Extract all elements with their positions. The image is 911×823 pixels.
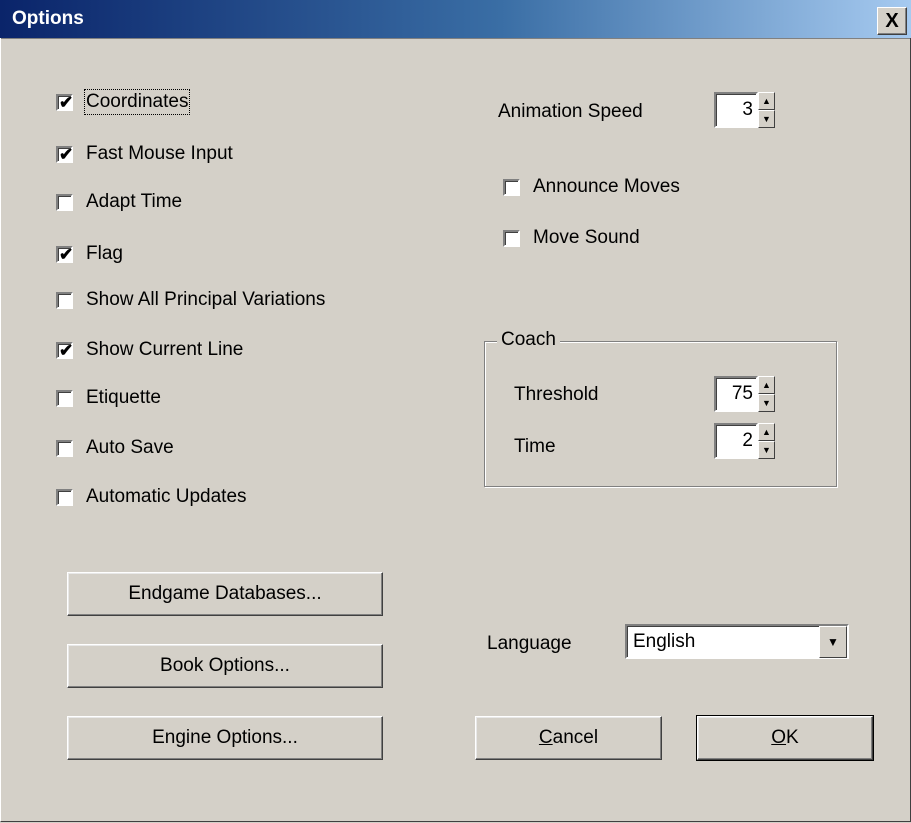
time-spinner[interactable]: 2 ▲ ▼ xyxy=(714,423,775,459)
book-options-label: Book Options... xyxy=(160,655,290,676)
checkbox-etiquette[interactable]: Etiquette xyxy=(56,386,161,410)
checkbox-label: Show All Principal Variations xyxy=(86,289,326,310)
checkbox-label: Automatic Updates xyxy=(86,486,247,507)
checkbox-show-all-principal-variations[interactable]: Show All Principal Variations xyxy=(56,288,325,312)
checkbox-box[interactable] xyxy=(56,389,73,407)
checkbox-label: Flag xyxy=(86,243,123,264)
checkbox-label: Auto Save xyxy=(86,437,174,458)
checkbox-show-current-line[interactable]: ✔ Show Current Line xyxy=(56,338,243,362)
check-icon: ✔ xyxy=(59,340,74,360)
ok-label: OK xyxy=(771,727,799,748)
close-button[interactable]: X xyxy=(877,7,907,35)
title-bar: Options X xyxy=(0,0,911,39)
endgame-databases-label: Endgame Databases... xyxy=(128,583,322,604)
checkbox-label: Etiquette xyxy=(86,387,161,408)
checkbox-fast-mouse-input[interactable]: ✔ Fast Mouse Input xyxy=(56,142,233,166)
checkbox-announce-moves[interactable]: Announce Moves xyxy=(503,175,680,199)
check-icon: ✔ xyxy=(59,92,74,112)
engine-options-button[interactable]: Engine Options... xyxy=(67,716,383,760)
checkbox-adapt-time[interactable]: Adapt Time xyxy=(56,190,182,214)
animation-speed-value[interactable]: 3 xyxy=(714,92,758,128)
language-label: Language xyxy=(487,633,572,654)
check-icon: ✔ xyxy=(59,144,74,164)
cancel-button[interactable]: Cancel xyxy=(475,716,662,760)
coach-group-title: Coach xyxy=(497,329,560,351)
threshold-spinner[interactable]: 75 ▲ ▼ xyxy=(714,376,775,412)
spin-down-icon[interactable]: ▼ xyxy=(758,441,775,459)
checkbox-box[interactable] xyxy=(503,229,520,247)
threshold-label: Threshold xyxy=(514,384,599,405)
checkbox-move-sound[interactable]: Move Sound xyxy=(503,226,640,250)
checkbox-label: Coordinates xyxy=(83,89,191,115)
spin-up-icon[interactable]: ▲ xyxy=(758,376,775,394)
checkbox-box[interactable] xyxy=(56,193,73,211)
chevron-down-icon[interactable]: ▼ xyxy=(819,625,847,658)
language-value: English xyxy=(633,630,696,652)
checkbox-flag[interactable]: ✔ Flag xyxy=(56,242,123,266)
spin-up-icon[interactable]: ▲ xyxy=(758,423,775,441)
checkbox-box[interactable] xyxy=(56,291,73,309)
checkbox-automatic-updates[interactable]: Automatic Updates xyxy=(56,485,247,509)
checkbox-label: Move Sound xyxy=(533,227,640,248)
checkbox-box[interactable]: ✔ xyxy=(56,92,74,112)
language-select[interactable]: English ▼ xyxy=(625,624,849,659)
checkbox-label: Announce Moves xyxy=(533,176,680,197)
cancel-label: Cancel xyxy=(538,727,599,748)
checkbox-box[interactable] xyxy=(503,178,520,196)
checkbox-coordinates[interactable]: ✔ Coordinates xyxy=(56,89,191,115)
spin-up-icon[interactable]: ▲ xyxy=(758,92,775,110)
time-value[interactable]: 2 xyxy=(714,423,758,459)
checkbox-label: Adapt Time xyxy=(86,191,183,212)
checkbox-label: Fast Mouse Input xyxy=(86,143,233,164)
spin-down-icon[interactable]: ▼ xyxy=(758,394,775,412)
window-title: Options xyxy=(12,8,84,29)
checkbox-label: Show Current Line xyxy=(86,339,244,360)
time-label: Time xyxy=(514,436,556,457)
ok-button[interactable]: OK xyxy=(696,715,874,761)
checkbox-box[interactable]: ✔ xyxy=(56,340,74,360)
checkbox-auto-save[interactable]: Auto Save xyxy=(56,436,174,460)
close-icon: X xyxy=(885,9,899,32)
check-icon: ✔ xyxy=(59,244,74,264)
threshold-value[interactable]: 75 xyxy=(714,376,758,412)
checkbox-box[interactable] xyxy=(56,488,73,506)
engine-options-label: Engine Options... xyxy=(152,727,298,748)
spin-down-icon[interactable]: ▼ xyxy=(758,110,775,128)
checkbox-box[interactable]: ✔ xyxy=(56,144,74,164)
animation-speed-spinner[interactable]: 3 ▲ ▼ xyxy=(714,92,775,128)
book-options-button[interactable]: Book Options... xyxy=(67,644,383,688)
endgame-databases-button[interactable]: Endgame Databases... xyxy=(67,572,383,616)
checkbox-box[interactable]: ✔ xyxy=(56,244,74,264)
checkbox-box[interactable] xyxy=(56,439,73,457)
coach-group: Coach xyxy=(484,329,837,487)
animation-speed-label: Animation Speed xyxy=(498,101,643,122)
